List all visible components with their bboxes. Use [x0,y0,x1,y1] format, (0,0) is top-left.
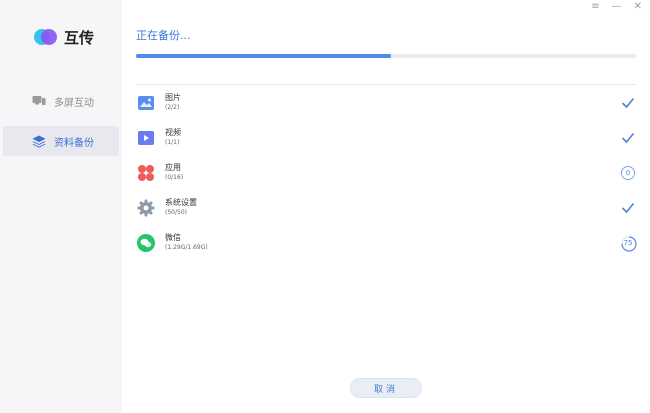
menu-icon[interactable]: ≡ [591,0,599,14]
video-icon [137,129,155,147]
progress-percent: 75 [623,238,633,247]
sidebar-item-label: 资料备份 [54,137,94,149]
list-item-system-settings: 系统设置 (50/50) [136,190,636,225]
page-title: 正在备份... [136,29,191,42]
close-icon[interactable]: ✕ [634,0,642,14]
app-brand: 互传 [34,27,94,47]
item-count: (1/1) [165,139,180,146]
backup-progress-fill [136,54,391,58]
wechat-icon [137,233,155,252]
list-item-photos: 图片 (2/2) [136,85,636,120]
item-count: (0/16) [165,174,184,181]
item-name: 微信 [165,233,181,242]
progress-status-ring: 75 [620,235,637,252]
list-item-videos: 视频 (1/1) [136,120,636,155]
list-item-wechat: 微信 (1.29G/1.69G) 75 [136,225,637,260]
apps-icon [137,164,155,182]
item-count: (1.29G/1.69G) [165,244,208,251]
item-count: (2/2) [165,104,180,111]
settings-gear-icon [137,199,155,217]
item-name: 图片 [165,93,181,102]
item-count: (50/50) [165,209,187,216]
item-name: 视频 [165,128,181,137]
sidebar-item-data-backup[interactable]: 资料备份 [3,126,119,156]
check-icon [620,200,636,216]
pending-count: 0 [621,165,635,180]
cancel-button[interactable]: 取消 [350,378,422,398]
app-name: 互传 [64,28,95,47]
backup-progress-bar [136,54,636,58]
multi-screen-icon [32,95,46,107]
minimize-icon[interactable]: — [612,0,622,14]
check-icon [620,95,636,111]
layers-icon [32,135,46,148]
app-logo-icon [34,29,57,45]
check-icon [620,130,636,146]
window-controls: ≡ — ✕ [591,0,642,14]
sidebar: 互传 多屏互动 资料备份 [0,0,122,413]
sidebar-item-multi-screen[interactable]: 多屏互动 [3,86,119,116]
list-item-apps: 应用 (0/16) 0 [136,155,636,190]
pending-status-ring: 0 [620,165,636,181]
item-name: 系统设置 [165,198,197,207]
progress-ring: 75 [621,235,637,252]
image-icon [137,94,155,112]
backup-item-list: 图片 (2/2) 视频 (1/1) 应用 (0/16) 0 系统设置 (50/5… [136,85,637,260]
item-name: 应用 [165,163,181,172]
sidebar-item-label: 多屏互动 [54,97,94,109]
